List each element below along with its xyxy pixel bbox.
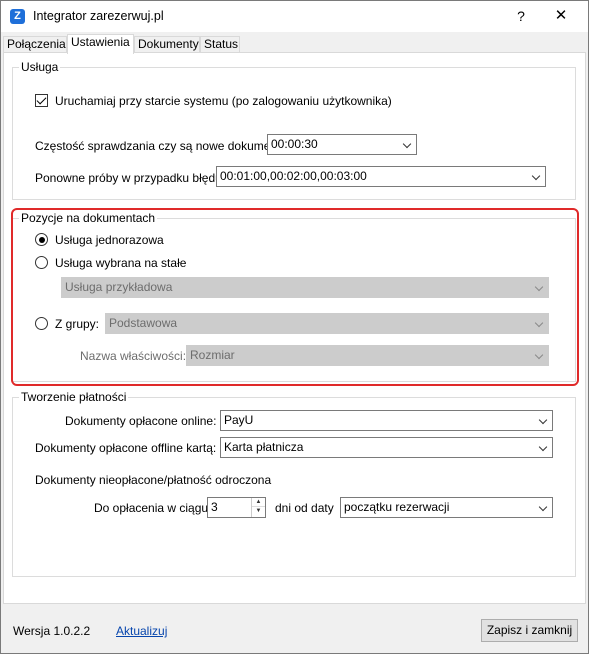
highlight-frame (11, 208, 579, 386)
due-days-value: 3 (211, 500, 218, 514)
frequency-select[interactable]: 00:00:30 (267, 134, 417, 155)
offline-select[interactable]: Karta płatnicza (220, 437, 553, 458)
tab-dokumenty[interactable]: Dokumenty (134, 36, 200, 53)
app-window: Z Integrator zarezerwuj.pl ? ✕ Połączeni… (0, 0, 589, 654)
tab-polaczenia[interactable]: Połączenia (3, 36, 67, 53)
retry-value: 00:01:00,00:02:00,00:03:00 (220, 169, 367, 183)
tab-status[interactable]: Status (200, 36, 240, 53)
online-select[interactable]: PayU (220, 410, 553, 431)
due-label: Do opłacenia w ciągu (94, 501, 209, 515)
chevron-down-icon (531, 171, 541, 181)
chevron-down-icon (538, 415, 548, 425)
date-value: początku rezerwacji (344, 500, 450, 514)
stepper-buttons: ▲ ▼ (251, 498, 265, 517)
due-days-stepper[interactable]: 3 ▲ ▼ (207, 497, 266, 518)
stepper-down-icon[interactable]: ▼ (252, 507, 265, 516)
chevron-down-icon (538, 442, 548, 452)
days-label: dni od daty (275, 501, 334, 515)
help-button[interactable]: ? (509, 5, 533, 27)
payments-group-title: Tworzenie płatności (19, 390, 129, 404)
frequency-label: Częstość sprawdzania czy są nowe dokumen… (35, 139, 287, 153)
chevron-down-icon (402, 139, 412, 149)
app-logo-icon: Z (10, 9, 25, 24)
chevron-down-icon (538, 502, 548, 512)
title-bar: Z Integrator zarezerwuj.pl ? ✕ (1, 1, 588, 32)
online-label: Dokumenty opłacone online: (65, 414, 217, 428)
autostart-checkbox[interactable] (35, 94, 48, 107)
service-group: Usługa Uruchamiaj przy starcie systemu (… (12, 60, 576, 200)
frequency-value: 00:00:30 (271, 137, 318, 151)
retry-select[interactable]: 00:01:00,00:02:00,00:03:00 (216, 166, 546, 187)
unpaid-label: Dokumenty nieopłacone/płatność odroczona (35, 473, 272, 487)
offline-value: Karta płatnicza (224, 440, 304, 454)
tab-ustawienia[interactable]: Ustawienia (67, 34, 134, 54)
retry-label: Ponowne próby w przypadku błędu: (35, 171, 226, 185)
service-group-title: Usługa (19, 60, 61, 74)
offline-label: Dokumenty opłacone offline kartą: (35, 441, 217, 455)
version-label: Wersja 1.0.2.2 (13, 624, 91, 638)
online-value: PayU (224, 413, 254, 427)
window-title: Integrator zarezerwuj.pl (33, 9, 164, 23)
save-close-button[interactable]: Zapisz i zamknij (481, 619, 578, 642)
close-button[interactable]: ✕ (546, 5, 576, 27)
update-link[interactable]: Aktualizuj (116, 624, 167, 638)
payments-group: Tworzenie płatności Dokumenty opłacone o… (12, 390, 576, 577)
autostart-label: Uruchamiaj przy starcie systemu (po zalo… (55, 94, 392, 108)
date-select[interactable]: początku rezerwacji (340, 497, 553, 518)
stepper-up-icon[interactable]: ▲ (252, 498, 265, 507)
